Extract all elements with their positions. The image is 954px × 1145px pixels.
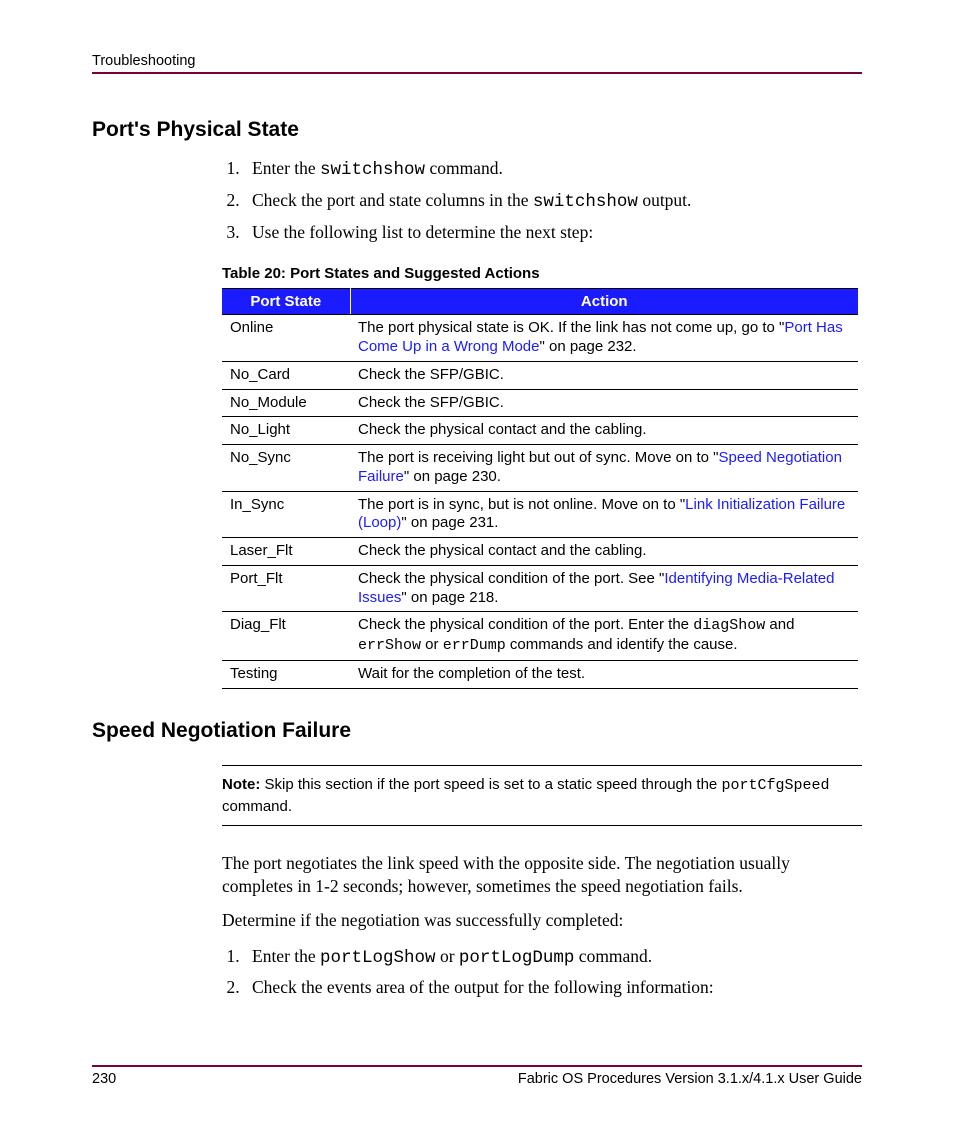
page-footer: 230 Fabric OS Procedures Version 3.1.x/4… <box>92 1065 862 1087</box>
section1-steps: Enter the switchshow command. Check the … <box>222 154 862 247</box>
step-text: Check the events area of the output for … <box>252 977 714 997</box>
table-caption: Table 20: Port States and Suggested Acti… <box>222 265 862 282</box>
note-text: command. <box>222 798 292 815</box>
page-number: 230 <box>92 1071 116 1087</box>
command-text: portLogDump <box>459 948 575 968</box>
col-port-state: Port State <box>222 289 350 315</box>
heading-ports-physical-state: Port's Physical State <box>92 118 862 142</box>
cell-action: Check the physical condition of the port… <box>350 565 858 612</box>
table-row: No_Light Check the physical contact and … <box>222 417 858 445</box>
table-row: No_Module Check the SFP/GBIC. <box>222 389 858 417</box>
note-text: Skip this section if the port speed is s… <box>260 776 721 793</box>
port-states-table: Port State Action Online The port physic… <box>222 288 858 688</box>
section2-content: Note: Skip this section if the port spee… <box>222 765 862 1003</box>
table-row: No_Sync The port is receiving light but … <box>222 445 858 492</box>
step-1: Enter the portLogShow or portLogDump com… <box>244 942 862 973</box>
cell-action: Check the SFP/GBIC. <box>350 389 858 417</box>
table-row: Online The port physical state is OK. If… <box>222 315 858 362</box>
cell-state: Laser_Flt <box>222 538 350 566</box>
step-text: command. <box>574 946 652 966</box>
page: Troubleshooting Port's Physical State En… <box>0 0 954 1145</box>
cell-state: Online <box>222 315 350 362</box>
doc-title: Fabric OS Procedures Version 3.1.x/4.1.x… <box>518 1071 862 1087</box>
table-row: In_Sync The port is in sync, but is not … <box>222 491 858 538</box>
command-text: switchshow <box>533 192 638 212</box>
step-2: Check the port and state columns in the … <box>244 186 862 218</box>
table-row: No_Card Check the SFP/GBIC. <box>222 361 858 389</box>
step-1: Enter the switchshow command. <box>244 154 862 186</box>
cell-action: Check the physical contact and the cabli… <box>350 417 858 445</box>
cell-state: No_Card <box>222 361 350 389</box>
cell-state: Port_Flt <box>222 565 350 612</box>
cell-state: Testing <box>222 660 350 688</box>
cell-state: No_Sync <box>222 445 350 492</box>
step-text: Enter the <box>252 946 320 966</box>
cell-action: The port physical state is OK. If the li… <box>350 315 858 362</box>
heading-speed-negotiation-failure: Speed Negotiation Failure <box>92 719 862 743</box>
note-label: Note: <box>222 776 260 793</box>
table-header-row: Port State Action <box>222 289 858 315</box>
table-row: Laser_Flt Check the physical contact and… <box>222 538 858 566</box>
cell-action: The port is in sync, but is not online. … <box>350 491 858 538</box>
cell-action: Wait for the completion of the test. <box>350 660 858 688</box>
paragraph: Determine if the negotiation was success… <box>222 909 862 933</box>
cell-action: The port is receiving light but out of s… <box>350 445 858 492</box>
section2-steps: Enter the portLogShow or portLogDump com… <box>222 942 862 1002</box>
cell-state: No_Light <box>222 417 350 445</box>
step-text: Use the following list to determine the … <box>252 222 593 242</box>
step-3: Use the following list to determine the … <box>244 218 862 248</box>
cell-action: Check the SFP/GBIC. <box>350 361 858 389</box>
command-text: portCfgSpeed <box>721 777 829 794</box>
command-text: switchshow <box>320 160 425 180</box>
cell-state: In_Sync <box>222 491 350 538</box>
col-action: Action <box>350 289 858 315</box>
command-text: portLogShow <box>320 948 436 968</box>
table-row: Port_Flt Check the physical condition of… <box>222 565 858 612</box>
page-header: Troubleshooting <box>92 52 862 74</box>
step-text: output. <box>638 190 691 210</box>
step-text: command. <box>425 158 503 178</box>
command-text: errDump <box>443 637 506 654</box>
cell-state: Diag_Flt <box>222 612 350 661</box>
cell-action: Check the physical contact and the cabli… <box>350 538 858 566</box>
cell-action: Check the physical condition of the port… <box>350 612 858 661</box>
section1-content: Enter the switchshow command. Check the … <box>222 154 862 689</box>
chapter-name: Troubleshooting <box>92 53 195 69</box>
step-text: Check the port and state columns in the <box>252 190 533 210</box>
step-2: Check the events area of the output for … <box>244 973 862 1002</box>
table-row: Diag_Flt Check the physical condition of… <box>222 612 858 661</box>
paragraph: The port negotiates the link speed with … <box>222 852 862 899</box>
table-row: Testing Wait for the completion of the t… <box>222 660 858 688</box>
note-box: Note: Skip this section if the port spee… <box>222 765 862 826</box>
step-text: or <box>436 946 459 966</box>
cell-state: No_Module <box>222 389 350 417</box>
step-text: Enter the <box>252 158 320 178</box>
command-text: errShow <box>358 637 421 654</box>
command-text: diagShow <box>693 617 765 634</box>
